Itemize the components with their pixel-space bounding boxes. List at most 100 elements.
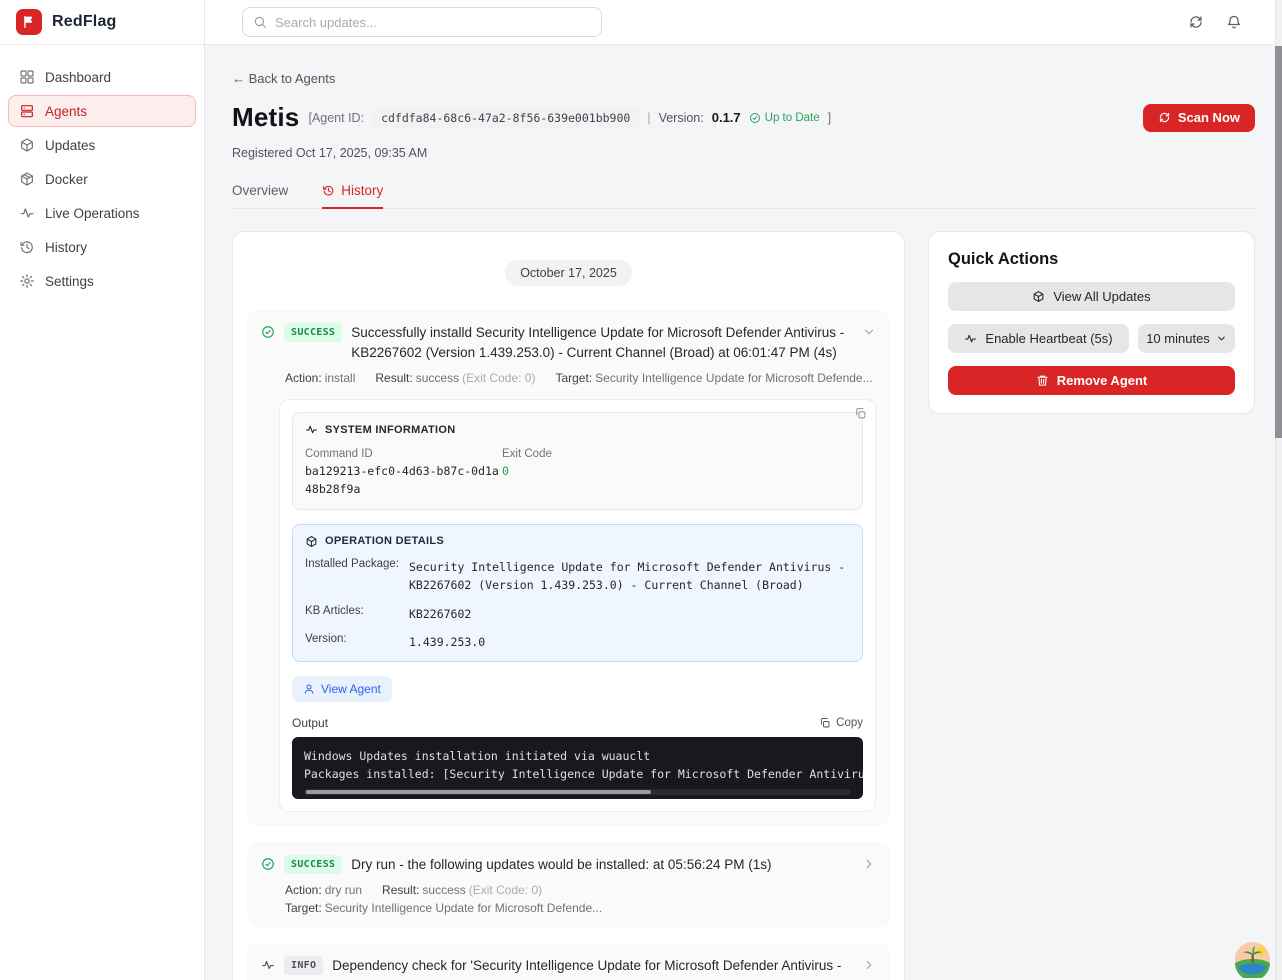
status-badge: SUCCESS [284,323,342,342]
remove-agent-button[interactable]: Remove Agent [948,366,1235,395]
island-icon [1234,941,1271,978]
chevron-down-icon [1216,333,1227,344]
panel-title: OPERATION DETAILS [325,535,444,547]
history-entry: INFO Dependency check for 'Security Inte… [247,943,890,980]
trash-icon [1036,374,1049,387]
bell-icon[interactable] [1226,14,1242,30]
package-icon [19,137,35,153]
sidebar-item-history[interactable]: History [8,231,196,263]
chevron-down-icon[interactable] [862,325,876,339]
registered-date: Registered Oct 17, 2025, 09:35 AM [232,146,1255,160]
history-entry: SUCCESS Dry run - the following updates … [247,842,890,928]
entry-header-row[interactable]: SUCCESS Dry run - the following updates … [261,854,876,875]
topbar-icons [1188,14,1242,30]
history-entry: SUCCESS Successfully installd Security I… [247,310,890,826]
entry-title: Dry run - the following updates would be… [351,854,853,875]
redflag-logo-icon [16,9,42,35]
agent-id-value: cdfdfa84-68c6-47a2-8f56-639e001bb900 [372,108,639,128]
version-label: Version: [659,111,704,125]
activity-pulse-icon [305,423,318,436]
entry-title: Successfully installd Security Intellige… [351,322,853,362]
search-icon [253,15,267,29]
sidebar-item-agents[interactable]: Agents [8,95,196,127]
sidebar-item-live-operations[interactable]: Live Operations [8,197,196,229]
chevron-right-icon[interactable] [862,857,876,871]
command-id-value: ba129213-efc0-4d63-b87c-0d1a48b28f9a [305,463,502,499]
history-panel: October 17, 2025 SUCCESS Successfully in… [232,231,905,980]
refresh-icon[interactable] [1188,14,1204,30]
sidebar-nav: Dashboard Agents Updates Docker Live Ope… [0,45,204,313]
sidebar: RedFlag Dashboard Agents Updates Docker … [0,0,205,980]
entry-header-row[interactable]: SUCCESS Successfully installd Security I… [261,322,876,362]
command-id-label: Command ID [305,448,502,460]
exit-code-value: 0 [502,463,552,481]
scan-now-button[interactable]: Scan Now [1143,104,1255,132]
page-title: Metis [232,102,299,133]
copy-output-button[interactable]: Copy [819,717,863,729]
copy-icon [819,717,831,729]
chevron-right-icon[interactable] [862,958,876,972]
main-area: ← Back to Agents Metis [Agent ID: cdfdfa… [205,0,1282,980]
package-icon [305,535,318,548]
operation-details-panel: OPERATION DETAILS Installed Package: Sec… [292,524,863,663]
island-widget-button[interactable] [1234,941,1271,978]
view-all-updates-button[interactable]: View All Updates [948,282,1235,311]
docker-cube-icon [19,171,35,187]
sidebar-item-docker[interactable]: Docker [8,163,196,195]
terminal-output: Windows Updates installation initiated v… [292,737,863,799]
terminal-horizontal-scrollbar [304,789,851,795]
activity-pulse-icon [19,205,35,221]
exit-code-label: Exit Code [502,448,552,460]
status-badge: Up to Date [749,112,820,124]
agent-id-label: [Agent ID: [308,111,364,125]
sidebar-item-label: Updates [45,138,95,153]
check-circle-icon [261,857,275,871]
sidebar-item-label: Docker [45,172,88,187]
date-chip: October 17, 2025 [505,260,632,286]
system-information-panel: SYSTEM INFORMATION Command ID ba129213-e… [292,412,863,510]
scrollbar-thumb[interactable] [1275,46,1282,438]
topbar [205,0,1282,45]
dashboard-icon [19,69,35,85]
sidebar-item-dashboard[interactable]: Dashboard [8,61,196,93]
sidebar-item-label: Settings [45,274,94,289]
package-icon [1032,290,1045,303]
tab-overview[interactable]: Overview [232,183,288,209]
heartbeat-interval-select[interactable]: 10 minutes [1138,324,1235,353]
app-root: RedFlag Dashboard Agents Updates Docker … [0,0,1282,980]
check-circle-icon [261,325,275,339]
refresh-icon [1158,111,1171,124]
sidebar-item-label: History [45,240,87,255]
scrollbar-thumb[interactable] [306,790,651,794]
view-agent-button[interactable]: View Agent [292,676,392,702]
tab-history[interactable]: History [322,183,383,209]
enable-heartbeat-button[interactable]: Enable Heartbeat (5s) [948,324,1129,353]
page-scrollbar [1275,0,1282,980]
quick-actions-panel: Quick Actions View All Updates Enable He… [928,231,1255,414]
history-clock-icon [19,239,35,255]
output-label: Output [292,716,328,730]
sidebar-item-label: Agents [45,104,87,119]
sidebar-item-label: Live Operations [45,206,140,221]
back-to-agents-link[interactable]: ← Back to Agents [232,71,335,86]
check-circle-icon [749,112,761,124]
entry-header-row[interactable]: INFO Dependency check for 'Security Inte… [261,955,876,980]
sidebar-item-settings[interactable]: Settings [8,265,196,297]
tab-bar: Overview History [232,183,1255,209]
content: ← Back to Agents Metis [Agent ID: cdfdfa… [205,45,1282,980]
sidebar-item-label: Dashboard [45,70,111,85]
activity-pulse-icon [261,958,275,972]
history-clock-icon [322,184,335,197]
sidebar-item-updates[interactable]: Updates [8,129,196,161]
search-input-wrapper [242,7,602,37]
version-value: 0.1.7 [712,110,741,125]
copy-icon[interactable] [854,407,867,420]
quick-actions-title: Quick Actions [948,250,1235,269]
activity-pulse-icon [964,332,977,345]
status-badge: SUCCESS [284,855,342,874]
entry-detail: SYSTEM INFORMATION Command ID ba129213-e… [279,399,876,812]
search-input[interactable] [275,15,591,30]
agent-header: Metis [Agent ID: cdfdfa84-68c6-47a2-8f56… [232,102,1255,133]
entry-title: Dependency check for 'Security Intellige… [332,955,853,980]
brand-name: RedFlag [52,13,117,31]
